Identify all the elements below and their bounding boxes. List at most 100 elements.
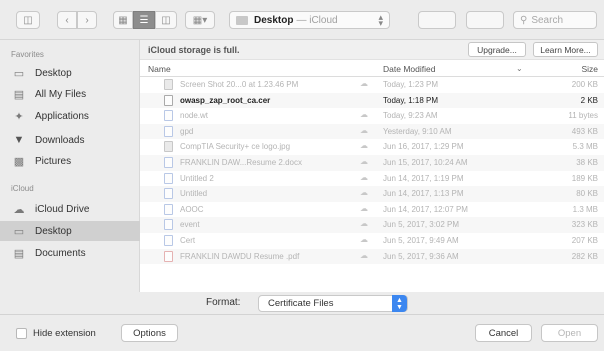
file-size: 5.3 MB — [572, 142, 598, 152]
file-row[interactable]: Cert ☁ Jun 5, 2017, 9:49 AM 207 KB — [140, 233, 604, 249]
sidebar-item-pictures[interactable]: ▩ Pictures — [0, 151, 140, 171]
icloud-status-icon: ☁ — [360, 110, 368, 120]
sidebar-item-icloud-desktop[interactable]: ▭ Desktop — [0, 221, 140, 241]
view-mode-buttons: ▦ ☰ ◫ — [113, 11, 177, 29]
toolbar: ◫ ‹ › ▦ ☰ ◫ ▦▾ Desktop — iCloud ▴ ▾ ⚲ Sea… — [0, 0, 604, 40]
file-row[interactable]: Untitled 2 ☁ Jun 14, 2017, 1:19 PM 189 KB — [140, 171, 604, 187]
sidebar-item-label: Documents — [35, 247, 86, 259]
icloud-status-icon: ☁ — [360, 172, 368, 182]
file-row[interactable]: AOOC ☁ Jun 14, 2017, 12:07 PM 1.3 MB — [140, 202, 604, 218]
sort-chevron-icon: ⌄ — [516, 64, 523, 73]
notice-text: iCloud storage is full. — [148, 45, 240, 55]
file-row[interactable]: gpd ☁ Yesterday, 9:10 AM 493 KB — [140, 123, 604, 140]
location-name: Desktop — [254, 14, 294, 26]
downloads-icon: ▼ — [13, 134, 25, 146]
file-name: FRANKLIN DAWDU Resume .pdf — [180, 251, 300, 261]
file-icon — [164, 234, 173, 246]
column-view-button[interactable]: ◫ — [155, 11, 177, 29]
file-row[interactable]: FRANKLIN DAW...Resume 2.docx ☁ Jun 15, 201… — [140, 154, 604, 171]
list-view-button[interactable]: ☰ — [133, 11, 155, 29]
file-size: 2 KB — [580, 95, 598, 105]
back-button[interactable]: ‹ — [57, 11, 77, 29]
column-header-name[interactable]: Name — [148, 64, 171, 74]
file-size: 282 KB — [571, 251, 598, 261]
search-icon: ⚲ — [520, 14, 528, 26]
cancel-button[interactable]: Cancel — [475, 324, 532, 342]
location-popup[interactable]: Desktop — iCloud ▴ ▾ — [229, 11, 390, 29]
icloud-status-icon: ☁ — [360, 79, 368, 88]
icloud-status-icon: ☁ — [360, 234, 368, 244]
sidebar-toggle-button[interactable]: ◫ — [16, 11, 40, 29]
search-field[interactable]: ⚲ Search — [513, 11, 597, 29]
format-select[interactable]: Certificate Files ▲ ▼ — [258, 295, 408, 312]
file-icon — [164, 125, 173, 137]
share-button[interactable] — [418, 11, 456, 29]
file-row[interactable]: Screen Shot 20...0 at 1.23.46 PM ☁ Today, … — [140, 77, 604, 93]
navigation-buttons: ‹ › — [57, 11, 97, 29]
forward-button[interactable]: › — [77, 11, 97, 29]
file-list: Screen Shot 20...0 at 1.23.46 PM ☁ Today, … — [140, 77, 604, 265]
sidebar-header-favorites: Favorites — [11, 50, 44, 59]
column-header-date[interactable]: Date Modified — [383, 64, 435, 74]
file-name: event — [180, 220, 200, 230]
file-row[interactable]: event ☁ Jun 5, 2017, 3:02 PM 323 KB — [140, 217, 604, 233]
desktop-icon: ▭ — [13, 225, 25, 238]
file-icon — [164, 110, 173, 122]
sidebar-item-label: Applications — [35, 110, 89, 122]
file-date: Jun 14, 2017, 1:13 PM — [383, 189, 464, 199]
gallery-view-icon: ▦▾ — [192, 14, 208, 26]
chevron-right-icon: › — [85, 14, 89, 26]
sidebar-item-icloud-drive[interactable]: ☁ iCloud Drive — [0, 199, 140, 219]
chevron-left-icon: ‹ — [65, 14, 69, 26]
file-name: Untitled — [180, 189, 208, 199]
icloud-status-icon: ☁ — [360, 203, 368, 213]
file-name: FRANKLIN DAW...Resume 2.docx — [180, 157, 302, 167]
file-row[interactable]: node.wt ☁ Today, 9:23 AM 11 bytes — [140, 108, 604, 124]
file-row[interactable]: Untitled ☁ Jun 14, 2017, 1:13 PM 80 KB — [140, 186, 604, 202]
list-view-icon: ☰ — [139, 14, 149, 26]
format-label: Format: — [206, 297, 241, 308]
file-size: 189 KB — [571, 173, 598, 183]
column-header-size[interactable]: Size — [581, 64, 598, 74]
folder-icon — [236, 15, 248, 25]
sidebar-item-desktop[interactable]: ▭ Desktop — [0, 63, 140, 83]
bottom-bar: Hide extension Options Cancel Open — [0, 314, 604, 351]
file-row[interactable]: CompTIA Security+ ce logo.jpg ☁ Jun 16, 20… — [140, 139, 604, 155]
format-row: Format: Certificate Files ▲ ▼ — [0, 292, 604, 314]
sidebar-header-icloud: iCloud — [11, 184, 34, 193]
file-size: 1.3 MB — [572, 204, 598, 214]
file-row[interactable]: FRANKLIN DAWDU Resume .pdf ☁ Jun 5, 2017, … — [140, 248, 604, 265]
icloud-status-icon: ☁ — [360, 125, 368, 135]
sidebar-item-documents[interactable]: ▤ Documents — [0, 243, 140, 263]
updown-arrows-icon: ▲ ▼ — [392, 295, 407, 312]
icon-view-button[interactable]: ▦ — [113, 11, 133, 29]
tags-button[interactable] — [466, 11, 504, 29]
file-name: Untitled 2 — [180, 173, 214, 183]
file-date: Today, 1:18 PM — [383, 95, 438, 105]
arrange-button[interactable]: ▦▾ — [185, 11, 215, 29]
icon-view-icon: ▦ — [118, 14, 128, 26]
file-name: Screen Shot 20...0 at 1.23.46 PM — [180, 80, 299, 89]
file-date: Jun 15, 2017, 10:24 AM — [383, 157, 468, 167]
open-button[interactable]: Open — [541, 324, 598, 342]
learn-more-button[interactable]: Learn More... — [533, 42, 598, 57]
file-date: Jun 5, 2017, 3:02 PM — [383, 220, 460, 230]
options-button[interactable]: Options — [121, 324, 178, 342]
format-value: Certificate Files — [268, 298, 334, 309]
sidebar-item-applications[interactable]: ✦ Applications — [0, 106, 140, 126]
location-service: — iCloud — [296, 14, 338, 26]
hide-extension-checkbox[interactable] — [16, 328, 27, 339]
file-name: AOOC — [180, 204, 204, 214]
file-row[interactable]: owasp_zap_root_ca.cer☁Today, 1:18 PM2 KB — [140, 92, 604, 109]
sidebar-item-downloads[interactable]: ▼ Downloads — [0, 130, 140, 150]
sidebar-item-all-my-files[interactable]: ▤ All My Files — [0, 84, 140, 104]
file-date: Jun 5, 2017, 9:36 AM — [383, 251, 459, 261]
sidebar-item-label: iCloud Drive — [35, 203, 90, 215]
file-name: gpd — [180, 126, 194, 136]
file-size: 323 KB — [571, 220, 598, 230]
upgrade-button[interactable]: Upgrade... — [468, 42, 526, 57]
file-size: 11 bytes — [568, 111, 598, 121]
updown-arrows-icon: ▴ ▾ — [378, 12, 383, 28]
file-icon — [164, 79, 173, 90]
file-browser: iCloud storage is full. Upgrade... Learn… — [140, 40, 604, 292]
